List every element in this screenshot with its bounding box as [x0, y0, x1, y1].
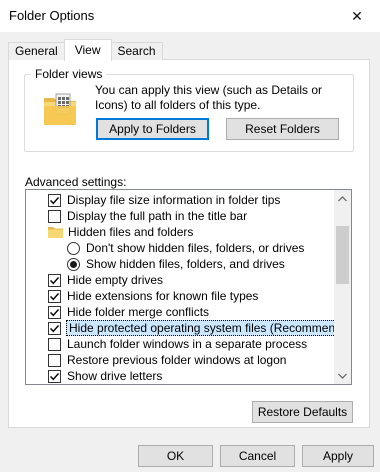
- folder-views-description: You can apply this view (such as Details…: [95, 83, 323, 112]
- list-item-label: Don't show hidden files, folders, or dri…: [86, 241, 305, 255]
- tab-view[interactable]: View: [63, 39, 112, 61]
- list-item-label: Display file size information in folder …: [67, 193, 281, 207]
- radio-dot: [70, 260, 77, 268]
- cancel-button[interactable]: Cancel: [220, 445, 295, 467]
- list-item-label: Display the full path in the title bar: [67, 209, 248, 223]
- list-item[interactable]: Launch folder windows in a separate proc…: [48, 336, 308, 352]
- title-bar: Folder Options ✕: [0, 0, 380, 32]
- list-item[interactable]: Restore previous folder windows at logon: [48, 352, 287, 368]
- close-icon: ✕: [351, 7, 363, 24]
- list-item: Hidden files and folders: [48, 224, 194, 240]
- checkmark-icon: [50, 372, 60, 380]
- checkbox[interactable]: [48, 369, 61, 383]
- list-item-label: Launch folder windows in a separate proc…: [67, 337, 308, 351]
- checkbox[interactable]: [48, 273, 61, 287]
- tab-general[interactable]: General: [8, 42, 65, 60]
- list-item-label: Hide empty drives: [67, 273, 164, 287]
- restore-defaults-button[interactable]: Restore Defaults: [252, 401, 353, 423]
- radio-button[interactable]: [67, 257, 80, 271]
- tab-strip: General View Search: [8, 39, 163, 61]
- checkbox[interactable]: [48, 353, 61, 367]
- advanced-settings-label: Advanced settings:: [25, 175, 127, 189]
- tab-search[interactable]: Search: [110, 42, 163, 60]
- list-item-label: Restore previous folder windows at logon: [67, 353, 287, 367]
- checkbox[interactable]: [48, 289, 61, 303]
- checkbox[interactable]: [48, 209, 61, 223]
- scroll-up-icon: [338, 195, 347, 201]
- advanced-settings-list[interactable]: Display file size information in folder …: [25, 189, 352, 385]
- checkmark-icon: [50, 292, 60, 300]
- checkmark-icon: [50, 324, 60, 332]
- scroll-down-button[interactable]: [334, 367, 351, 384]
- list-item[interactable]: Show hidden files, folders, and drives: [67, 256, 286, 272]
- list-item-label: Show hidden files, folders, and drives: [86, 257, 285, 271]
- list-item-label: Hide protected operating system files (R…: [66, 320, 351, 336]
- list-item[interactable]: Display file size information in folder …: [48, 192, 281, 208]
- list-item-selected[interactable]: Hide protected operating system files (R…: [48, 320, 351, 336]
- checkbox[interactable]: [48, 337, 61, 351]
- apply-button[interactable]: Apply: [302, 445, 374, 467]
- list-item-label: Show drive letters: [67, 369, 163, 383]
- window-title: Folder Options: [9, 8, 95, 23]
- radio-button[interactable]: [67, 241, 80, 255]
- list-item-label: Hide extensions for known file types: [67, 289, 259, 303]
- close-button[interactable]: ✕: [334, 0, 380, 32]
- checkmark-icon: [50, 308, 60, 316]
- list-item[interactable]: Hide folder merge conflicts: [48, 304, 210, 320]
- list-item-label: Hidden files and folders: [68, 225, 194, 239]
- checkmark-icon: [50, 276, 60, 284]
- folder-views-icon: [44, 93, 76, 125]
- checkbox[interactable]: [48, 193, 61, 207]
- list-item-label: Hide folder merge conflicts: [67, 305, 210, 319]
- vertical-scrollbar[interactable]: [334, 190, 351, 384]
- ok-button[interactable]: OK: [138, 445, 213, 467]
- folder-views-legend: Folder views: [31, 67, 107, 81]
- list-item[interactable]: Hide extensions for known file types: [48, 288, 259, 304]
- list-item[interactable]: Hide empty drives: [48, 272, 164, 288]
- list-item[interactable]: Display the full path in the title bar: [48, 208, 248, 224]
- apply-to-folders-button[interactable]: Apply to Folders: [96, 118, 209, 140]
- checkbox[interactable]: [48, 321, 61, 335]
- list-item[interactable]: Show drive letters: [48, 368, 163, 384]
- folder-icon: [48, 227, 63, 238]
- scroll-up-button[interactable]: [334, 190, 351, 207]
- checkmark-icon: [50, 196, 60, 204]
- reset-folders-button[interactable]: Reset Folders: [226, 118, 339, 140]
- checkbox[interactable]: [48, 305, 61, 319]
- scroll-down-icon: [338, 373, 347, 379]
- scrollbar-thumb[interactable]: [336, 226, 349, 284]
- list-item[interactable]: Don't show hidden files, folders, or dri…: [67, 240, 305, 256]
